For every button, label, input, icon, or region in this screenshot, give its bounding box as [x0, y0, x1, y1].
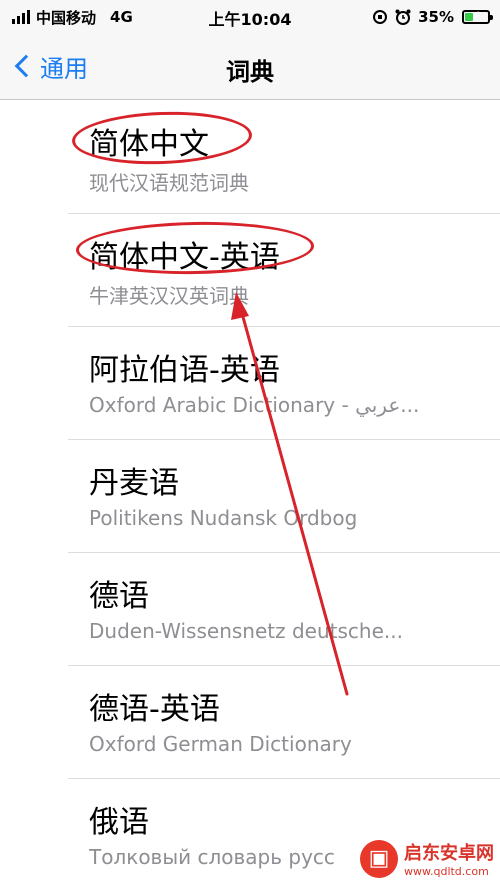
charging-bolt-icon: ⚡ — [472, 9, 480, 22]
watermark-logo-icon: ▣ — [360, 839, 398, 878]
watermark-url: www.qdltd.com — [404, 865, 489, 878]
dictionary-title: 德语 — [89, 579, 149, 614]
dictionary-title: 简体中文 — [89, 127, 209, 162]
dictionary-title: 简体中文-英语 — [89, 240, 280, 275]
orientation-lock-icon — [373, 10, 388, 24]
dictionary-row[interactable]: 德语-英语 Oxford German Dictionary — [0, 666, 500, 779]
dictionary-row[interactable]: 丹麦语 Politikens Nudansk Ordbog — [0, 440, 500, 553]
dictionary-title: 俄语 — [89, 805, 149, 840]
dictionary-list: 简体中文 现代汉语规范词典 简体中文-英语 牛津英汉汉英词典 阿拉伯语-英语 O… — [0, 101, 500, 888]
watermark-title: 启东安卓网 — [404, 843, 494, 864]
dictionary-title: 德语-英语 — [89, 692, 220, 727]
dictionary-title: 阿拉伯语-英语 — [89, 353, 280, 388]
status-bar: 中国移动 4G 上午10:04 35% ⚡ — [0, 0, 500, 34]
dictionary-row[interactable]: 简体中文-英语 牛津英汉汉英词典 — [0, 214, 500, 327]
navigation-bar: 通用 词典 — [0, 34, 500, 100]
dictionary-row[interactable]: 德语 Duden-Wissensnetz deutsche... — [0, 553, 500, 666]
dictionary-subtitle: 牛津英汉汉英词典 — [89, 284, 249, 308]
dictionary-row[interactable]: 简体中文 现代汉语规范词典 — [0, 101, 500, 214]
dictionary-subtitle: 现代汉语规范词典 — [89, 171, 249, 195]
status-right: 35% ⚡ — [372, 6, 493, 28]
watermark-text: 启东安卓网 www.qdltd.com — [404, 839, 494, 878]
watermark: ▣ 启东安卓网 www.qdltd.com — [360, 839, 494, 878]
dictionary-title: 丹麦语 — [89, 466, 179, 501]
dictionary-subtitle: Duden-Wissensnetz deutsche... — [89, 619, 403, 643]
dictionary-subtitle: Oxford Arabic Dictionary - عربي... — [89, 393, 420, 417]
dictionary-subtitle: Oxford German Dictionary — [89, 732, 352, 756]
dictionary-row[interactable]: 阿拉伯语-英语 Oxford Arabic Dictionary - عربي.… — [0, 327, 500, 440]
battery-percent: 35% — [418, 8, 454, 26]
dictionary-subtitle: Politikens Nudansk Ordbog — [89, 506, 358, 530]
battery-charging-icon: ⚡ — [462, 9, 493, 24]
alarm-icon — [395, 9, 411, 25]
page-title: 词典 — [226, 58, 274, 86]
